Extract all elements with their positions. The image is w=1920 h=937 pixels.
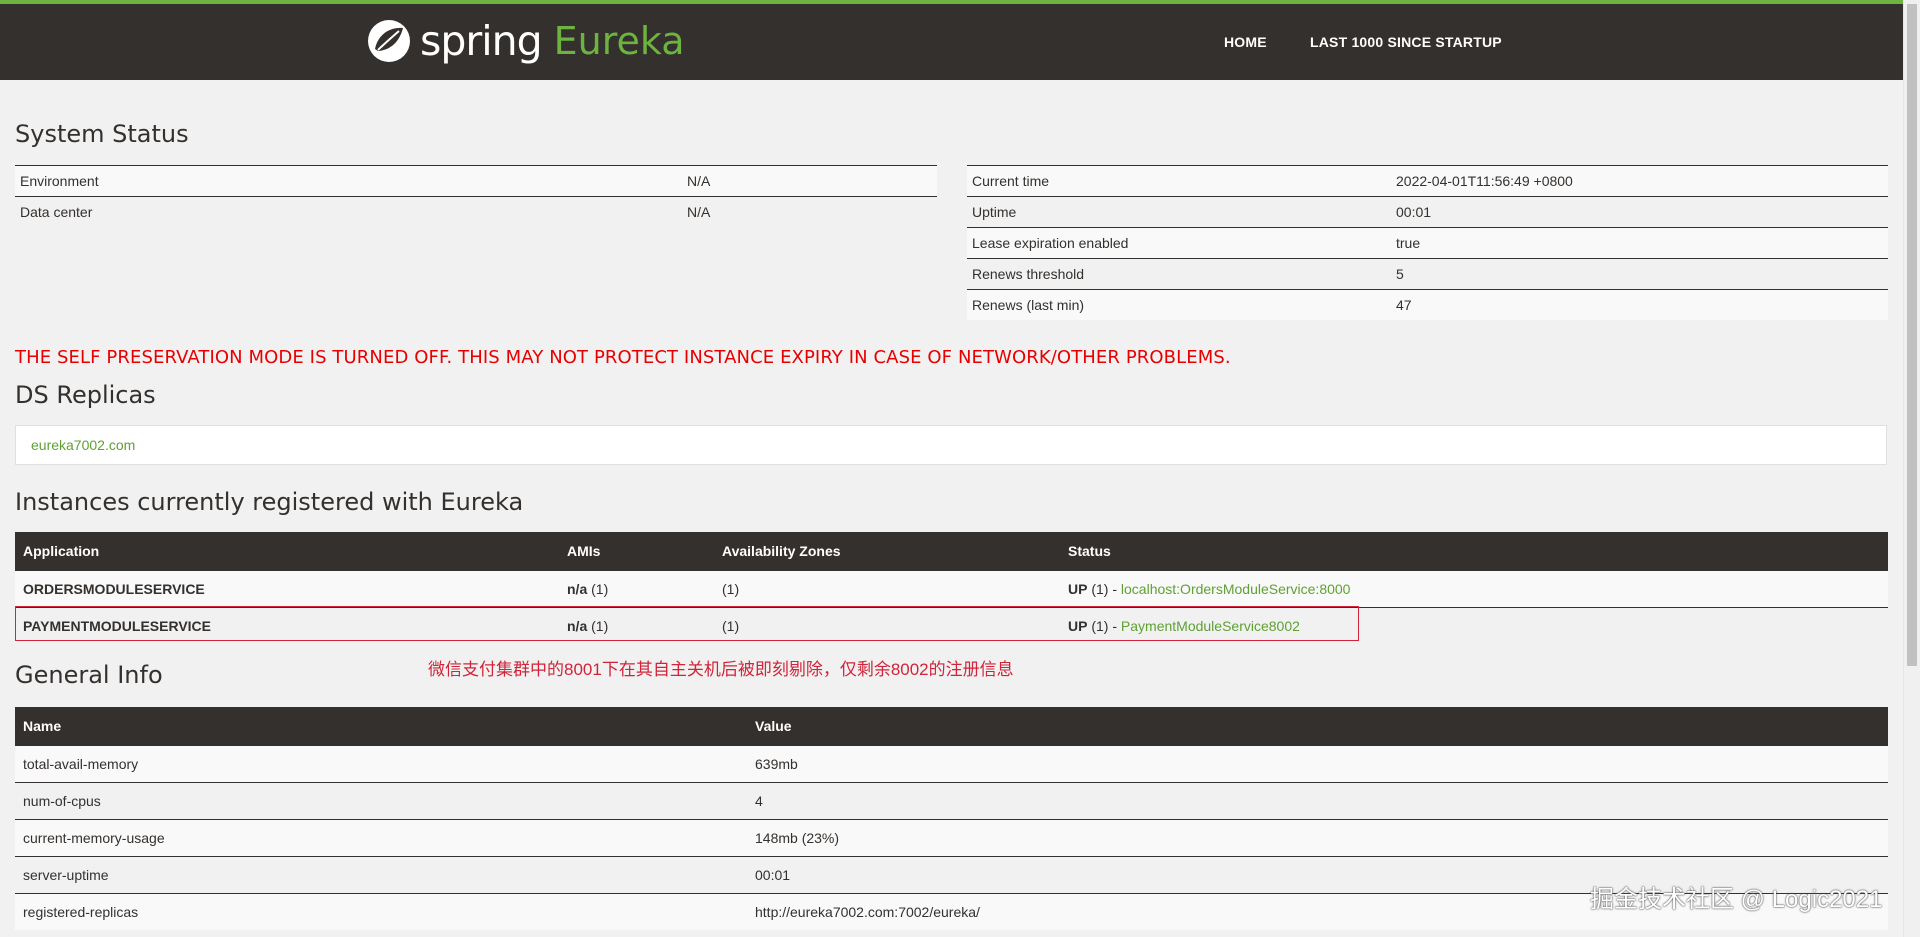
spring-eureka-logo[interactable]: spring Eureka xyxy=(366,16,685,66)
self-preservation-warning: THE SELF PRESERVATION MODE IS TURNED OFF… xyxy=(15,347,1231,368)
table-header-row: Application AMIs Availability Zones Stat… xyxy=(15,532,1888,571)
info-value: 148mb (23%) xyxy=(747,819,1888,857)
status-key: Uptime xyxy=(967,196,1391,228)
info-value: 4 xyxy=(747,782,1888,820)
column-header-amis: AMIs xyxy=(559,532,714,571)
table-row: Renews (last min) 47 xyxy=(967,289,1888,320)
column-header-zones: Availability Zones xyxy=(714,532,1060,571)
table-row: Data center N/A xyxy=(15,196,937,227)
info-name: num-of-cpus xyxy=(15,782,747,820)
column-header-value: Value xyxy=(747,707,1888,746)
ds-replicas-title: DS Replicas xyxy=(15,381,156,409)
info-name: total-avail-memory xyxy=(15,745,747,783)
status-value: 5 xyxy=(1391,258,1888,290)
table-row: Current time 2022-04-01T11:56:49 +0800 xyxy=(967,165,1888,197)
info-name: registered-replicas xyxy=(15,893,747,930)
amis-cell: n/a (1) xyxy=(559,570,714,608)
scrollbar-thumb[interactable] xyxy=(1907,4,1917,666)
system-status-title: System Status xyxy=(15,120,189,148)
status-key: Data center xyxy=(15,196,682,227)
table-header-row: Name Value xyxy=(15,707,1888,746)
annotation-note: 微信支付集群中的8001下在其自主关机后被即刻剔除，仅剩余8002的注册信息 xyxy=(428,660,1014,679)
info-value: 639mb xyxy=(747,745,1888,783)
status-value: 2022-04-01T11:56:49 +0800 xyxy=(1391,165,1888,197)
spring-leaf-icon xyxy=(368,20,410,62)
status-up: UP xyxy=(1068,581,1088,597)
highlight-box xyxy=(15,606,1359,641)
info-name: current-memory-usage xyxy=(15,819,747,857)
instances-title: Instances currently registered with Eure… xyxy=(15,488,524,516)
nav-last-1000-link[interactable]: LAST 1000 SINCE STARTUP xyxy=(1310,34,1502,50)
status-value: true xyxy=(1391,227,1888,259)
zones-cell: (1) xyxy=(714,570,1060,608)
system-status-left-table: Environment N/A Data center N/A xyxy=(15,165,937,227)
status-count: (1) - xyxy=(1087,581,1121,597)
table-row: Environment N/A xyxy=(15,165,937,197)
status-value: 00:01 xyxy=(1391,196,1888,228)
status-value: N/A xyxy=(682,165,937,197)
column-header-application: Application xyxy=(15,532,559,571)
table-row: Renews threshold 5 xyxy=(967,258,1888,290)
ds-replicas-list: eureka7002.com xyxy=(15,425,1887,465)
top-navbar: spring Eureka HOME LAST 1000 SINCE START… xyxy=(0,0,1903,80)
amis-value: n/a xyxy=(567,581,588,597)
application-name: ORDERSMODULESERVICE xyxy=(15,570,559,608)
table-row: Uptime 00:01 xyxy=(967,196,1888,228)
logo-spring-text: spring xyxy=(420,17,543,65)
replica-link[interactable]: eureka7002.com xyxy=(31,437,135,453)
general-info-title: General Info xyxy=(15,661,163,689)
status-key: Renews threshold xyxy=(967,258,1391,290)
column-header-status: Status xyxy=(1060,532,1888,571)
column-header-name: Name xyxy=(15,707,747,746)
watermark-text: 掘金技术社区 @ Logic2021 xyxy=(1590,886,1883,913)
status-key: Environment xyxy=(15,165,682,197)
logo-eureka-text: Eureka xyxy=(553,19,685,63)
vertical-scrollbar[interactable] xyxy=(1903,0,1920,937)
table-row: Lease expiration enabled true xyxy=(967,227,1888,259)
table-row: ORDERSMODULESERVICE n/a (1) (1) UP (1) -… xyxy=(15,570,1888,608)
nav-home-link[interactable]: HOME xyxy=(1224,34,1267,50)
info-name: server-uptime xyxy=(15,856,747,894)
system-status-right-table: Current time 2022-04-01T11:56:49 +0800 U… xyxy=(967,165,1888,320)
status-value: N/A xyxy=(682,196,937,227)
status-cell: UP (1) - localhost:OrdersModuleService:8… xyxy=(1060,570,1888,608)
table-row: current-memory-usage 148mb (23%) xyxy=(15,819,1888,857)
instance-link[interactable]: localhost:OrdersModuleService:8000 xyxy=(1121,581,1351,597)
status-value: 47 xyxy=(1391,289,1888,320)
table-row: total-avail-memory 639mb xyxy=(15,745,1888,783)
status-key: Renews (last min) xyxy=(967,289,1391,320)
status-key: Lease expiration enabled xyxy=(967,227,1391,259)
table-row: num-of-cpus 4 xyxy=(15,782,1888,820)
status-key: Current time xyxy=(967,165,1391,197)
amis-count: (1) xyxy=(587,581,609,597)
